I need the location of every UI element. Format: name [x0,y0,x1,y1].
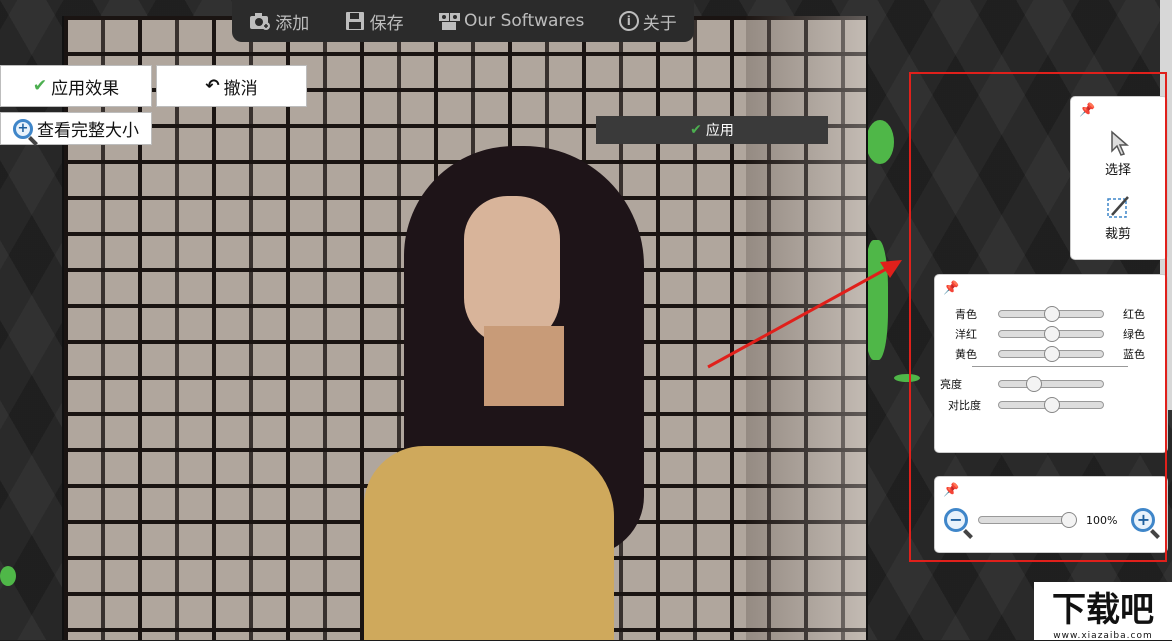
add-button[interactable]: 添加 [249,9,309,34]
photo-canvas[interactable] [62,16,868,640]
apply-label: 应用 [705,123,734,139]
subject-dress [364,446,614,640]
check-icon: ✔ [690,122,702,138]
decorative-leaf [866,120,894,164]
view-full-size-button[interactable]: + 查看完整大小 [0,112,152,145]
save-label: 保存 [369,13,404,34]
apply-button[interactable]: ✔ 应用 [596,116,828,144]
view-full-size-label: 查看完整大小 [37,121,139,141]
watermark-title: 下载吧 [1052,589,1154,630]
about-button[interactable]: i 关于 [618,9,677,34]
camera-add-icon [249,11,271,31]
watermark-url: www.xiazaiba.com [1053,630,1153,641]
site-watermark: 下载吧 www.xiazaiba.com [1034,582,1172,641]
highlight-box [909,72,1167,562]
undo-label: 撤消 [223,78,258,99]
subject-face [464,196,560,346]
info-icon: i [618,11,639,31]
zoom-in-icon: + [13,118,33,139]
about-label: 关于 [642,13,677,34]
check-icon: ✔ [32,76,48,96]
undo-button[interactable]: ↶ 撤消 [156,65,307,107]
add-label: 添加 [275,13,310,34]
decorative-leaf [0,566,16,586]
our-softwares-label: Our Softwares [464,11,585,31]
apply-effect-label: 应用效果 [51,78,120,99]
top-toolbar: 添加 保存 Our Softwares i 关于 [232,0,694,42]
subject-neck [484,326,564,406]
floppy-disk-icon [344,11,366,31]
wall-corner [746,16,866,640]
apply-effect-button[interactable]: ✔ 应用效果 [0,65,152,107]
save-button[interactable]: 保存 [344,9,404,34]
software-box-icon [438,11,461,31]
our-softwares-button[interactable]: Our Softwares [438,11,584,31]
undo-arrow-icon: ↶ [205,76,220,96]
